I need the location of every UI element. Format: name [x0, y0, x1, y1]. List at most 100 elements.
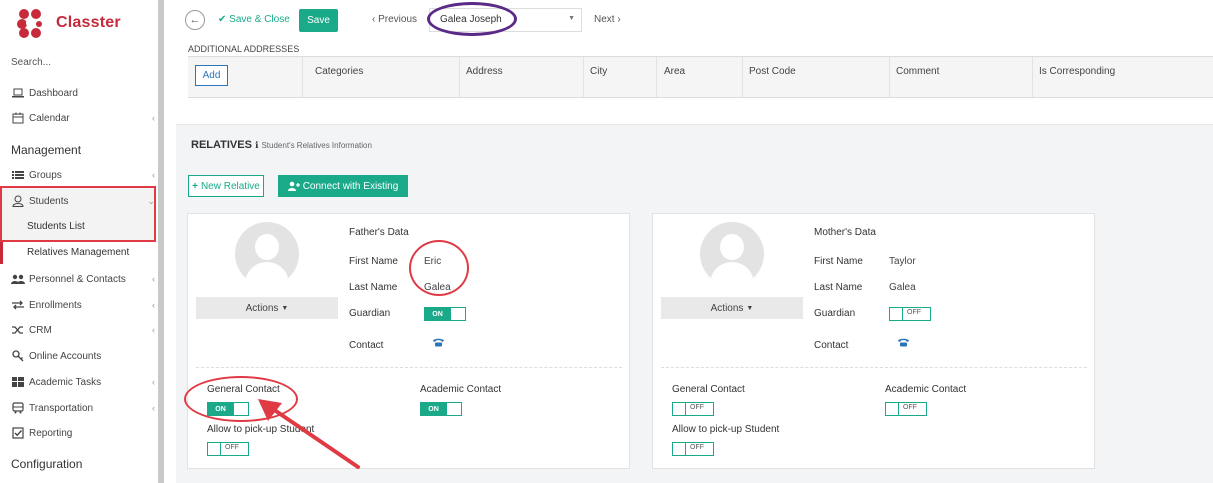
- column-divider: [656, 57, 657, 97]
- mother-card: Actions ▼ Mother's Data First Name Taylo…: [652, 213, 1095, 469]
- new-relative-button[interactable]: + New Relative: [188, 175, 264, 197]
- mother-general-contact-toggle[interactable]: OFF: [672, 402, 714, 416]
- back-button[interactable]: ←: [185, 10, 205, 30]
- column-divider: [742, 57, 743, 97]
- sidebar-item-label: CRM: [29, 324, 52, 336]
- new-relative-label: New Relative: [200, 180, 260, 192]
- sidebar-item-personnel[interactable]: Personnel & Contacts ‹: [11, 273, 157, 285]
- sidebar-search-input[interactable]: Search...: [11, 57, 51, 68]
- user-plus-icon: [287, 181, 300, 191]
- contact-label: Contact: [814, 340, 849, 351]
- column-divider: [302, 57, 303, 97]
- sidebar-scrollbar[interactable]: [158, 0, 164, 483]
- father-avatar[interactable]: [235, 222, 299, 286]
- shuffle-icon: [11, 324, 25, 336]
- previous-button[interactable]: ‹ Previous: [372, 14, 417, 25]
- father-academic-contact-toggle[interactable]: ON: [420, 402, 462, 416]
- column-header[interactable]: Comment: [896, 66, 939, 77]
- sidebar-item-crm[interactable]: CRM ‹: [11, 324, 157, 336]
- section-configuration: Configuration: [11, 457, 83, 471]
- sidebar-item-label: Online Accounts: [29, 350, 102, 362]
- calendar-icon: [11, 112, 25, 124]
- column-header[interactable]: Address: [466, 66, 503, 77]
- father-data-title: Father's Data: [349, 227, 409, 238]
- active-indicator: [0, 242, 3, 264]
- chevron-left-icon: ‹: [152, 377, 155, 387]
- plus-icon: +: [192, 180, 198, 192]
- addresses-table: Add Categories Address City Area Post Co…: [188, 56, 1213, 98]
- column-divider: [1032, 57, 1033, 97]
- previous-label: Previous: [378, 14, 418, 25]
- student-annotation-oval: [427, 2, 517, 36]
- mother-last-name[interactable]: Galea: [889, 282, 916, 293]
- laptop-icon: [11, 87, 25, 99]
- first-name-label: First Name: [349, 256, 398, 267]
- toolbar: ← ✔ Save & Close Save ‹ Previous Galea J…: [176, 0, 1213, 40]
- sidebar-item-dashboard[interactable]: Dashboard: [11, 87, 157, 99]
- connect-existing-button[interactable]: Connect with Existing: [278, 175, 408, 197]
- first-name-label: First Name: [814, 256, 863, 267]
- sidebar-item-students[interactable]: Students ⌄: [11, 195, 157, 207]
- father-actions-dropdown[interactable]: Actions ▼: [196, 297, 338, 319]
- column-divider: [459, 57, 460, 97]
- sidebar-item-academic-tasks[interactable]: Academic Tasks ‹: [11, 376, 157, 388]
- mother-pickup-toggle[interactable]: OFF: [672, 442, 714, 456]
- mother-data-title: Mother's Data: [814, 227, 876, 238]
- key-icon: [11, 350, 25, 362]
- sidebar-item-transportation[interactable]: Transportation ‹: [11, 402, 157, 414]
- relatives-heading: RELATIVES: [191, 139, 252, 151]
- app-name: Classter: [56, 14, 121, 31]
- check-square-icon: [11, 427, 25, 439]
- sidebar-subitem-relatives-management[interactable]: Relatives Management: [27, 247, 129, 258]
- brand[interactable]: Classter: [16, 8, 121, 38]
- annotation-arrow-icon: [258, 399, 360, 469]
- sidebar-subitem-students-list[interactable]: Students List: [27, 221, 85, 232]
- add-address-button[interactable]: Add: [195, 65, 228, 86]
- column-header[interactable]: Area: [664, 66, 685, 77]
- academic-contact-label: Academic Contact: [885, 384, 967, 395]
- sidebar-item-reporting[interactable]: Reporting: [11, 427, 157, 439]
- guardian-label: Guardian: [349, 308, 391, 319]
- chevron-left-icon: ‹: [152, 403, 155, 413]
- column-header[interactable]: Is Corresponding: [1039, 66, 1115, 77]
- sidebar-item-online-accounts[interactable]: Online Accounts: [11, 350, 157, 362]
- sidebar-item-label: Dashboard: [29, 87, 78, 99]
- save-button[interactable]: Save: [299, 9, 338, 32]
- actions-label: Actions: [710, 302, 744, 314]
- bus-icon: [11, 402, 25, 414]
- user-icon: [11, 195, 25, 207]
- section-management: Management: [11, 143, 82, 157]
- phone-icon[interactable]: [432, 337, 445, 347]
- sidebar-item-groups[interactable]: Groups ‹: [11, 169, 157, 181]
- sidebar-item-label: Academic Tasks: [29, 376, 102, 388]
- list-icon: [11, 169, 25, 181]
- column-divider: [583, 57, 584, 97]
- sidebar-item-label: Transportation: [29, 402, 94, 414]
- people-icon: [11, 273, 25, 285]
- mother-first-name[interactable]: Taylor: [889, 256, 916, 267]
- next-button[interactable]: Next ›: [594, 14, 621, 25]
- column-header[interactable]: City: [590, 66, 607, 77]
- sidebar-item-enrollments[interactable]: Enrollments ‹: [11, 299, 157, 311]
- sidebar-item-label: Reporting: [29, 427, 73, 439]
- sidebar-item-label: Enrollments: [29, 299, 82, 311]
- column-header[interactable]: Categories: [315, 66, 363, 77]
- chevron-left-icon: ‹: [152, 113, 155, 123]
- relatives-subtitle: Student's Relatives Information: [261, 141, 372, 150]
- last-name-label: Last Name: [349, 282, 398, 293]
- father-pickup-toggle[interactable]: OFF: [207, 442, 249, 456]
- exchange-icon: [11, 299, 25, 311]
- mother-avatar[interactable]: [700, 222, 764, 286]
- check-icon: ✔: [218, 14, 227, 25]
- academic-contact-label: Academic Contact: [420, 384, 502, 395]
- last-name-label: Last Name: [814, 282, 863, 293]
- sidebar-item-calendar[interactable]: Calendar ‹: [11, 112, 157, 124]
- column-header[interactable]: Post Code: [749, 66, 796, 77]
- mother-academic-contact-toggle[interactable]: OFF: [885, 402, 927, 416]
- guardian-label: Guardian: [814, 308, 856, 319]
- mother-guardian-toggle[interactable]: OFF: [889, 307, 931, 321]
- phone-icon[interactable]: [897, 337, 910, 347]
- father-guardian-toggle[interactable]: ON: [424, 307, 466, 321]
- mother-actions-dropdown[interactable]: Actions ▼: [661, 297, 803, 319]
- save-close-button[interactable]: ✔ Save & Close: [218, 14, 290, 25]
